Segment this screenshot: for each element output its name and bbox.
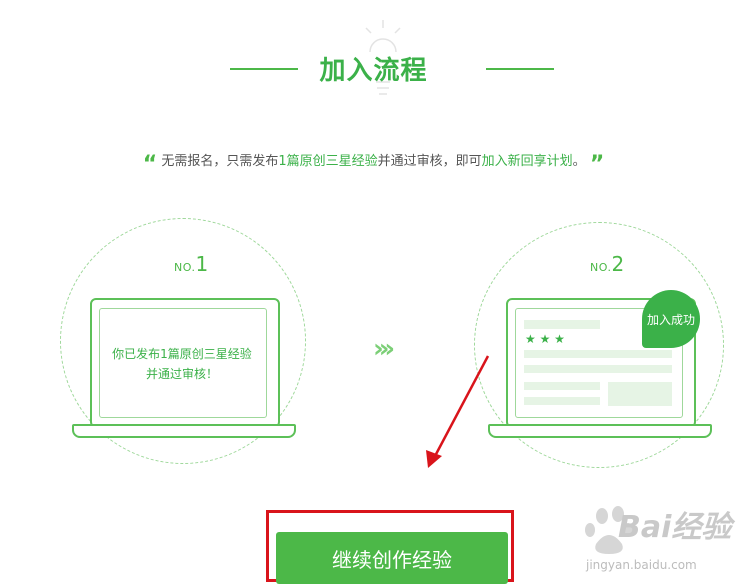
step2-placeholder-bar bbox=[524, 365, 672, 373]
step1-number: NO.1 bbox=[174, 252, 209, 276]
watermark-brand: Bai经验 bbox=[618, 510, 732, 545]
close-quote-icon: ” bbox=[589, 152, 605, 177]
step2-number: NO.2 bbox=[590, 252, 625, 276]
step1-screen-line1: 你已发布1篇原创三星经验 bbox=[112, 347, 252, 361]
watermark-url: jingyan.baidu.com bbox=[586, 558, 697, 572]
step1-screen-text: 你已发布1篇原创三星经验 并通过审核！ bbox=[99, 344, 265, 384]
continue-create-experience-button[interactable]: 继续创作经验 bbox=[276, 532, 508, 584]
open-quote-icon: “ bbox=[142, 152, 158, 177]
step2-placeholder-bar bbox=[524, 397, 600, 405]
page-title: 加入流程 bbox=[319, 56, 428, 86]
intro-highlight-requirement: 1篇原创三星经验 bbox=[278, 154, 378, 169]
intro-highlight-plan: 加入新回享计划 bbox=[481, 154, 573, 169]
join-success-badge: 加入成功 bbox=[642, 290, 700, 348]
step2-placeholder-bar bbox=[524, 382, 600, 390]
next-step-chevrons-icon: ››› bbox=[373, 334, 395, 364]
annotation-arrow-icon bbox=[426, 355, 490, 468]
step2-placeholder-block bbox=[608, 382, 672, 406]
step2-star-rating-icon: ★ ★ ★ bbox=[525, 332, 565, 346]
step2-placeholder-bar bbox=[524, 320, 600, 329]
intro-part3: 。 bbox=[572, 154, 586, 169]
intro-part1: 无需报名，只需发布 bbox=[161, 154, 279, 169]
step2-placeholder-bar bbox=[524, 350, 672, 358]
step1-laptop-base bbox=[72, 424, 296, 438]
step2-laptop-base bbox=[488, 424, 712, 438]
step1-screen-line2: 并通过审核！ bbox=[145, 367, 218, 381]
intro-text: “ 无需报名，只需发布1篇原创三星经验并通过审核，即可加入新回享计划。 ” bbox=[0, 150, 747, 177]
intro-part2: 并通过审核，即可 bbox=[377, 154, 482, 169]
